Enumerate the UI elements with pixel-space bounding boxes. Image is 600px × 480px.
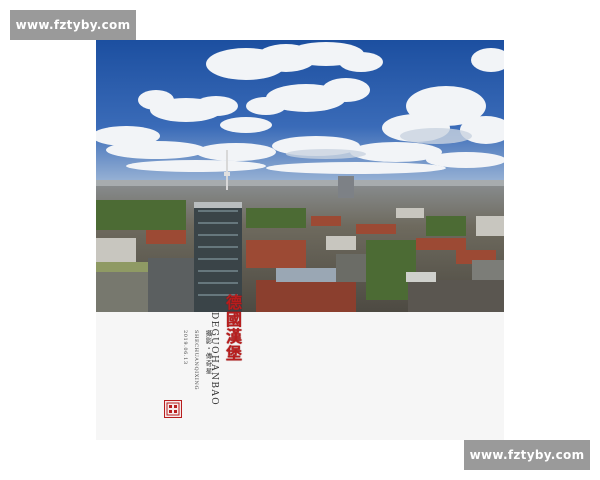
title-chinese: 德國漢堡 bbox=[223, 294, 242, 362]
photo-date: 2019.06.13 bbox=[182, 330, 188, 365]
photo-credit-pinyin: SHECHUANQIXING bbox=[193, 330, 199, 391]
cover-card: 德國漢堡 DEGUOHANBAO 攝影・傳奇星 SHECHUANQIXING 2… bbox=[96, 40, 504, 440]
caption-panel bbox=[96, 312, 504, 440]
watermark-bottom: www.fztyby.com bbox=[464, 440, 590, 470]
city-photo bbox=[96, 40, 504, 312]
seal-stamp-icon bbox=[164, 400, 182, 418]
photo-credit-chinese: 攝影・傳奇星 bbox=[204, 330, 212, 375]
watermark-top: www.fztyby.com bbox=[10, 10, 136, 40]
